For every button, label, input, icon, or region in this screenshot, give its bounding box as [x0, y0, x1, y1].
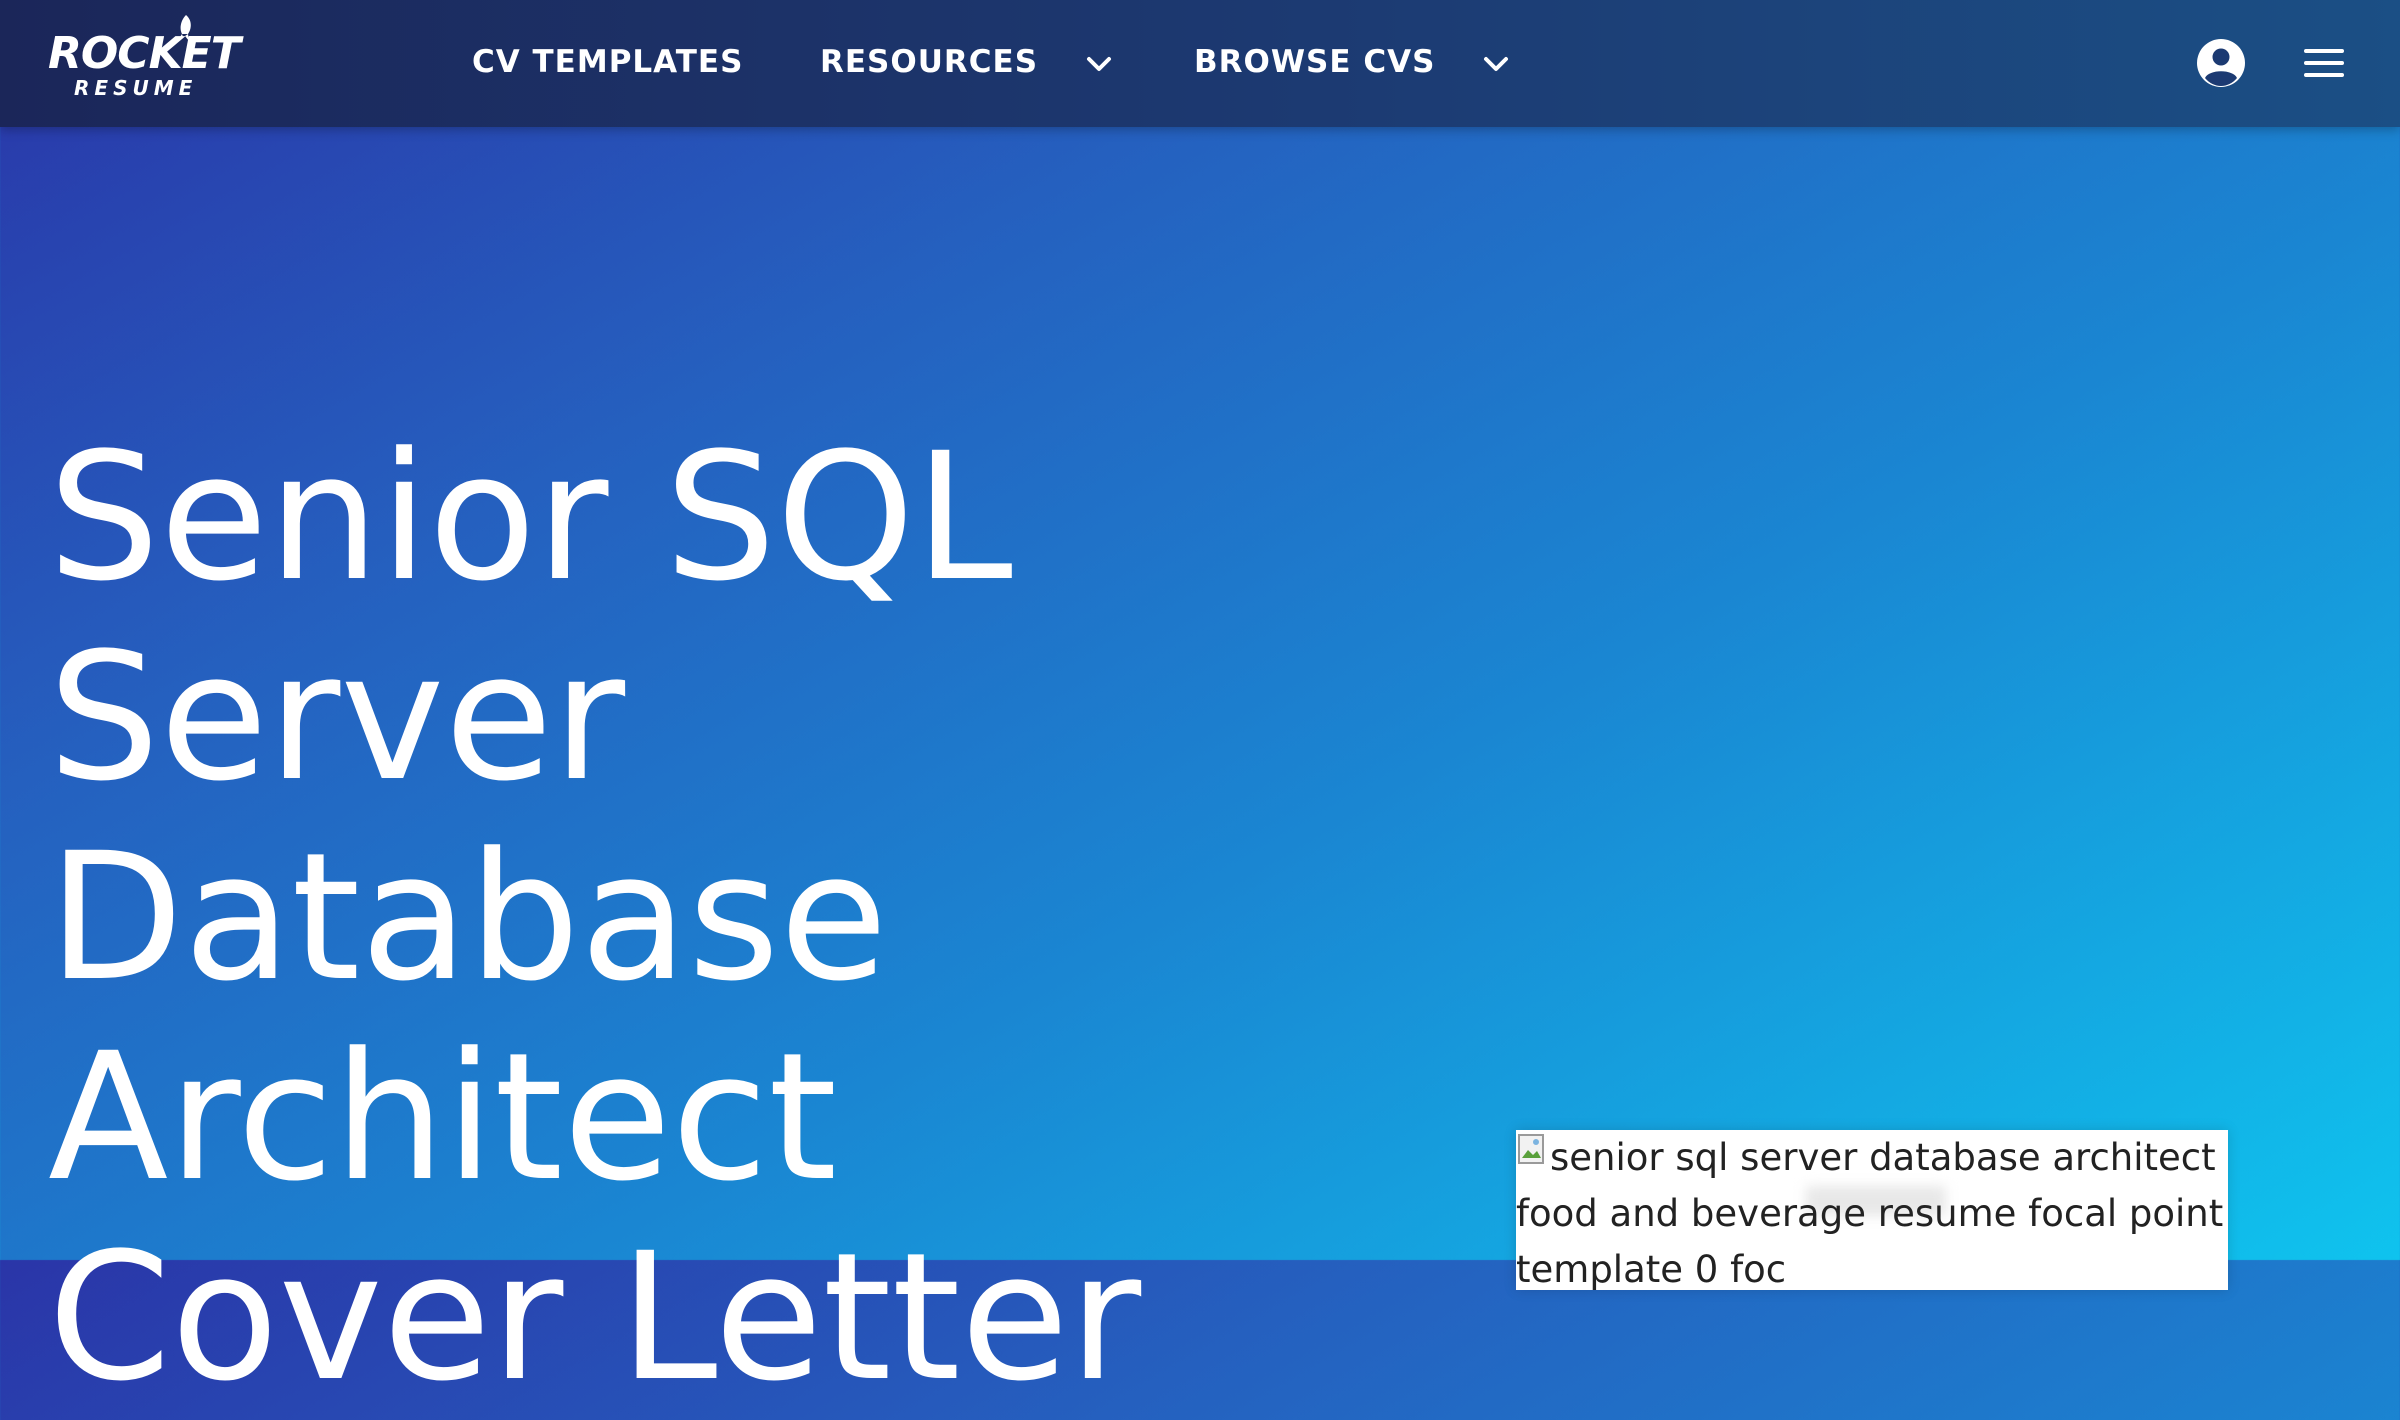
logo-text-resume: RESUME [74, 76, 198, 100]
logo-text-rocket: ROCKET [48, 28, 241, 79]
resume-preview-image[interactable]: senior sql server database architect foo… [1516, 1130, 2228, 1290]
page-title: Senior SQL Server Database Architect Cov… [48, 415, 1142, 1420]
account-circle-icon[interactable] [2196, 38, 2246, 88]
nav-browse-cvs[interactable]: BROWSE CVS [1194, 40, 1509, 84]
rocket-resume-logo[interactable]: ROCKET RESUME [48, 14, 241, 106]
preview-alt-text: senior sql server database architect foo… [1516, 1136, 2224, 1290]
chevron-down-icon [1086, 56, 1111, 71]
chevron-down-icon [1484, 56, 1509, 71]
hamburger-menu-icon[interactable] [2302, 46, 2346, 80]
nav-browse-cvs-label: BROWSE CVS [1194, 44, 1436, 80]
nav-cv-templates[interactable]: CV TEMPLATES [472, 40, 743, 84]
nav-cv-templates-label: CV TEMPLATES [472, 44, 744, 80]
nav-resources-label: RESOURCES [820, 44, 1039, 80]
top-navbar: ROCKET RESUME CV TEMPLATES RESOURCES BRO… [0, 0, 2400, 127]
nav-resources[interactable]: RESOURCES [820, 40, 1112, 84]
